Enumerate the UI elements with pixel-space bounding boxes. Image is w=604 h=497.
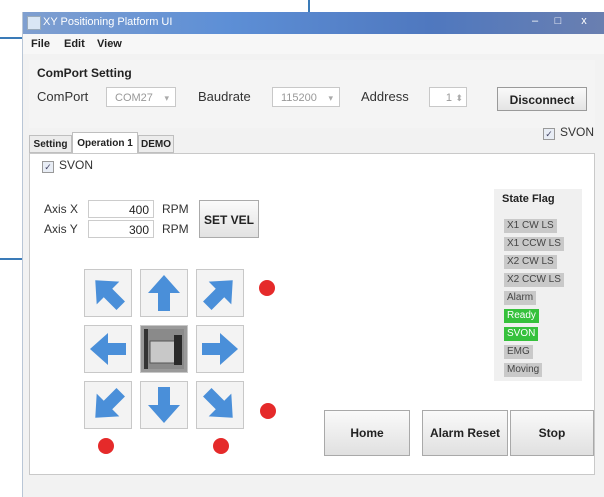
maximize-button[interactable]: □: [547, 12, 569, 32]
state-flag-x2-ccw-ls: X2 CCW LS: [504, 273, 564, 287]
state-flag-alarm: Alarm: [504, 291, 537, 305]
menu-file[interactable]: File: [31, 38, 50, 50]
tab-operation-1[interactable]: Operation 1: [72, 132, 138, 154]
arrow-left-icon: [90, 333, 126, 365]
move-left-button[interactable]: [84, 325, 132, 373]
move-up-right-button[interactable]: [196, 269, 244, 317]
move-down-right-button[interactable]: [196, 381, 244, 429]
arrow-right-icon: [202, 333, 238, 365]
comport-section-title: ComPort Setting: [37, 66, 132, 80]
comport-value: COM27: [115, 92, 153, 104]
background-line: [0, 37, 22, 39]
checkbox-check-icon: ✓: [42, 161, 54, 173]
state-flag-x2-cw-ls: X2 CW LS: [504, 255, 557, 269]
minimize-button[interactable]: –: [523, 12, 547, 32]
comport-label: ComPort: [37, 89, 89, 104]
background-line: [308, 0, 310, 12]
menu-view[interactable]: View: [97, 38, 122, 50]
window-title: XY Positioning Platform UI: [43, 16, 173, 28]
tab-demo[interactable]: DEMO: [138, 135, 174, 153]
axis-x-label: Axis X: [44, 202, 79, 216]
move-right-button[interactable]: [196, 325, 244, 373]
operation-panel: ✓ SVON Axis X 400 RPM Axis Y 300 RPM SET …: [29, 153, 595, 475]
limit-indicator-bottom-left: [98, 438, 114, 454]
state-flag-x1-cw-ls: X1 CW LS: [504, 219, 557, 233]
state-flag-moving: Moving: [504, 363, 543, 377]
move-up-button[interactable]: [140, 269, 188, 317]
state-flag-x1-ccw-ls: X1 CCW LS: [504, 237, 564, 251]
state-flag-ready: Ready: [504, 309, 539, 323]
menu-edit[interactable]: Edit: [64, 38, 85, 50]
comport-select[interactable]: COM27 ▾: [106, 87, 176, 107]
app-icon: [27, 16, 41, 30]
limit-indicator-upper-right: [259, 280, 275, 296]
arrow-down-icon: [148, 387, 180, 423]
tab-setting[interactable]: Setting: [29, 135, 72, 153]
move-down-left-button[interactable]: [84, 381, 132, 429]
set-velocity-button[interactable]: SET VEL: [199, 200, 259, 238]
arrow-down-right-icon: [203, 388, 233, 418]
svon-checkbox[interactable]: ✓ SVON: [42, 158, 93, 173]
axis-x-input[interactable]: 400: [88, 200, 154, 218]
platform-device-icon: [144, 329, 184, 369]
arrow-up-right-icon: [203, 280, 233, 310]
close-button[interactable]: x: [571, 12, 597, 32]
svon-top-checkbox[interactable]: ✓ SVON: [543, 125, 594, 140]
home-button[interactable]: Home: [324, 410, 410, 456]
background-line: [0, 258, 22, 260]
state-flag-svon: SVON: [504, 327, 539, 341]
state-flag-emg: EMG: [504, 345, 533, 359]
menu-bar: File Edit View: [23, 34, 604, 54]
state-flag-panel: State Flag X1 CW LS X1 CCW LS X2 CW LS X2 C…: [494, 189, 582, 381]
svon-top-label: SVON: [560, 125, 595, 139]
address-value: 1: [445, 92, 452, 104]
comport-setting-group: ComPort Setting ComPort COM27 ▾ Baudrate…: [29, 60, 595, 128]
arrow-up-icon: [148, 275, 180, 311]
chevron-down-icon: ▾: [328, 93, 333, 103]
alarm-reset-button[interactable]: Alarm Reset: [422, 410, 508, 456]
axis-x-unit: RPM: [162, 202, 189, 216]
axis-y-unit: RPM: [162, 222, 189, 236]
stop-button[interactable]: Stop: [510, 410, 594, 456]
axis-y-label: Axis Y: [44, 222, 78, 236]
axis-y-input[interactable]: 300: [88, 220, 154, 238]
svon-label: SVON: [59, 158, 94, 172]
limit-indicator-lower-right: [260, 403, 276, 419]
state-flag-title: State Flag: [502, 193, 555, 205]
address-stepper[interactable]: 1 ⬍: [429, 87, 467, 107]
baudrate-select[interactable]: 115200 ▾: [272, 87, 340, 107]
address-label: Address: [361, 89, 409, 104]
limit-indicator-bottom-right: [213, 438, 229, 454]
baudrate-value: 115200: [281, 92, 317, 104]
chevron-down-icon: ▾: [164, 93, 169, 103]
arrow-up-left-icon: [95, 280, 125, 310]
move-down-button[interactable]: [140, 381, 188, 429]
baudrate-label: Baudrate: [198, 89, 251, 104]
stepper-icon[interactable]: ⬍: [455, 88, 463, 108]
arrow-down-left-icon: [95, 388, 125, 418]
move-up-left-button[interactable]: [84, 269, 132, 317]
app-window: XY Positioning Platform UI – □ x File Ed…: [22, 12, 604, 497]
checkbox-check-icon: ✓: [543, 128, 555, 140]
disconnect-button[interactable]: Disconnect: [497, 87, 587, 111]
title-bar[interactable]: XY Positioning Platform UI – □ x: [23, 12, 604, 34]
platform-image: [140, 325, 188, 373]
